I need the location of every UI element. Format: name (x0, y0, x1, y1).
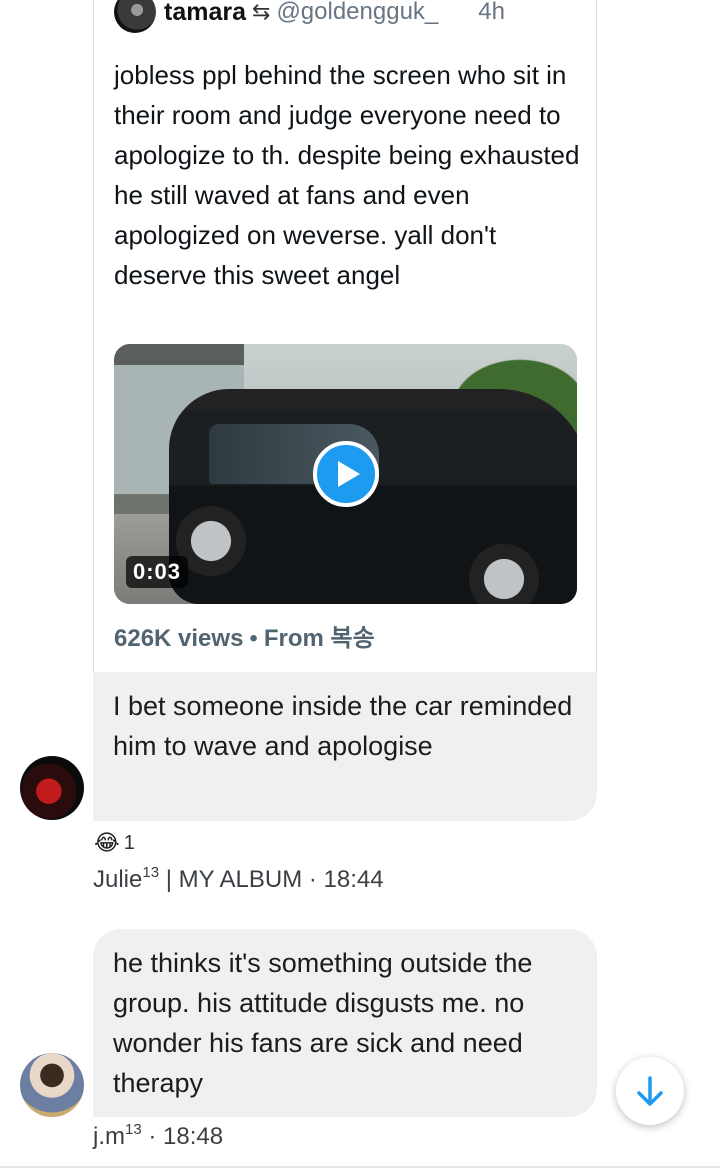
arrow-down-icon (637, 1076, 663, 1106)
video-source[interactable]: From 복송 (264, 625, 375, 652)
message-sender: j.m13 · 18:48 (93, 1121, 224, 1151)
sender-info: | MY ALBUM · 18:44 (159, 866, 384, 893)
message-reaction[interactable]: 😂 1 (94, 830, 135, 856)
message-bubble[interactable]: he thinks it's something outside the gro… (93, 929, 597, 1117)
tweet-time: 4h (478, 0, 505, 25)
laughing-emoji-icon: 😂 (94, 830, 120, 855)
swap-icon: ⇆ (252, 0, 271, 24)
message-sender: Julie13 | MY ALBUM · 18:44 (93, 864, 384, 894)
scroll-to-bottom-button[interactable] (616, 1057, 684, 1125)
sender-level: 13 (125, 1121, 142, 1138)
play-button[interactable] (313, 441, 379, 507)
embedded-tweet-card[interactable]: tamara ⇆ @goldengguk_ 4h jobless ppl beh… (93, 0, 597, 672)
avatar[interactable] (20, 756, 84, 820)
tweet-author-name[interactable]: tamara (164, 0, 246, 27)
divider (0, 1166, 720, 1168)
sender-level: 13 (142, 864, 160, 881)
sender-name[interactable]: Julie (93, 866, 142, 893)
meta-separator: • (249, 625, 258, 652)
tweet-video[interactable]: 0:03 (114, 344, 577, 604)
play-icon (337, 461, 360, 487)
reaction-count: 1 (123, 831, 135, 854)
tweet-author-handle[interactable]: @goldengguk_ (276, 0, 438, 26)
tweet-text: jobless ppl behind the screen who sit in… (114, 60, 580, 290)
avatar[interactable] (20, 1053, 84, 1117)
message-text: he thinks it's something outside the gro… (113, 948, 533, 1098)
tweet-meta: 626K views • From 복송 (114, 618, 375, 653)
video-duration: 0:03 (126, 556, 189, 588)
view-count: 626K views (114, 625, 244, 652)
tweet-author-avatar[interactable] (114, 0, 156, 33)
tweet-header: tamara ⇆ @goldengguk_ 4h (114, 0, 505, 34)
message-bubble[interactable]: I bet someone inside the car reminded hi… (93, 672, 597, 821)
message-text: I bet someone inside the car reminded hi… (113, 691, 573, 761)
sender-name[interactable]: j.m (93, 1123, 125, 1150)
sender-info: · 18:48 (141, 1123, 224, 1150)
